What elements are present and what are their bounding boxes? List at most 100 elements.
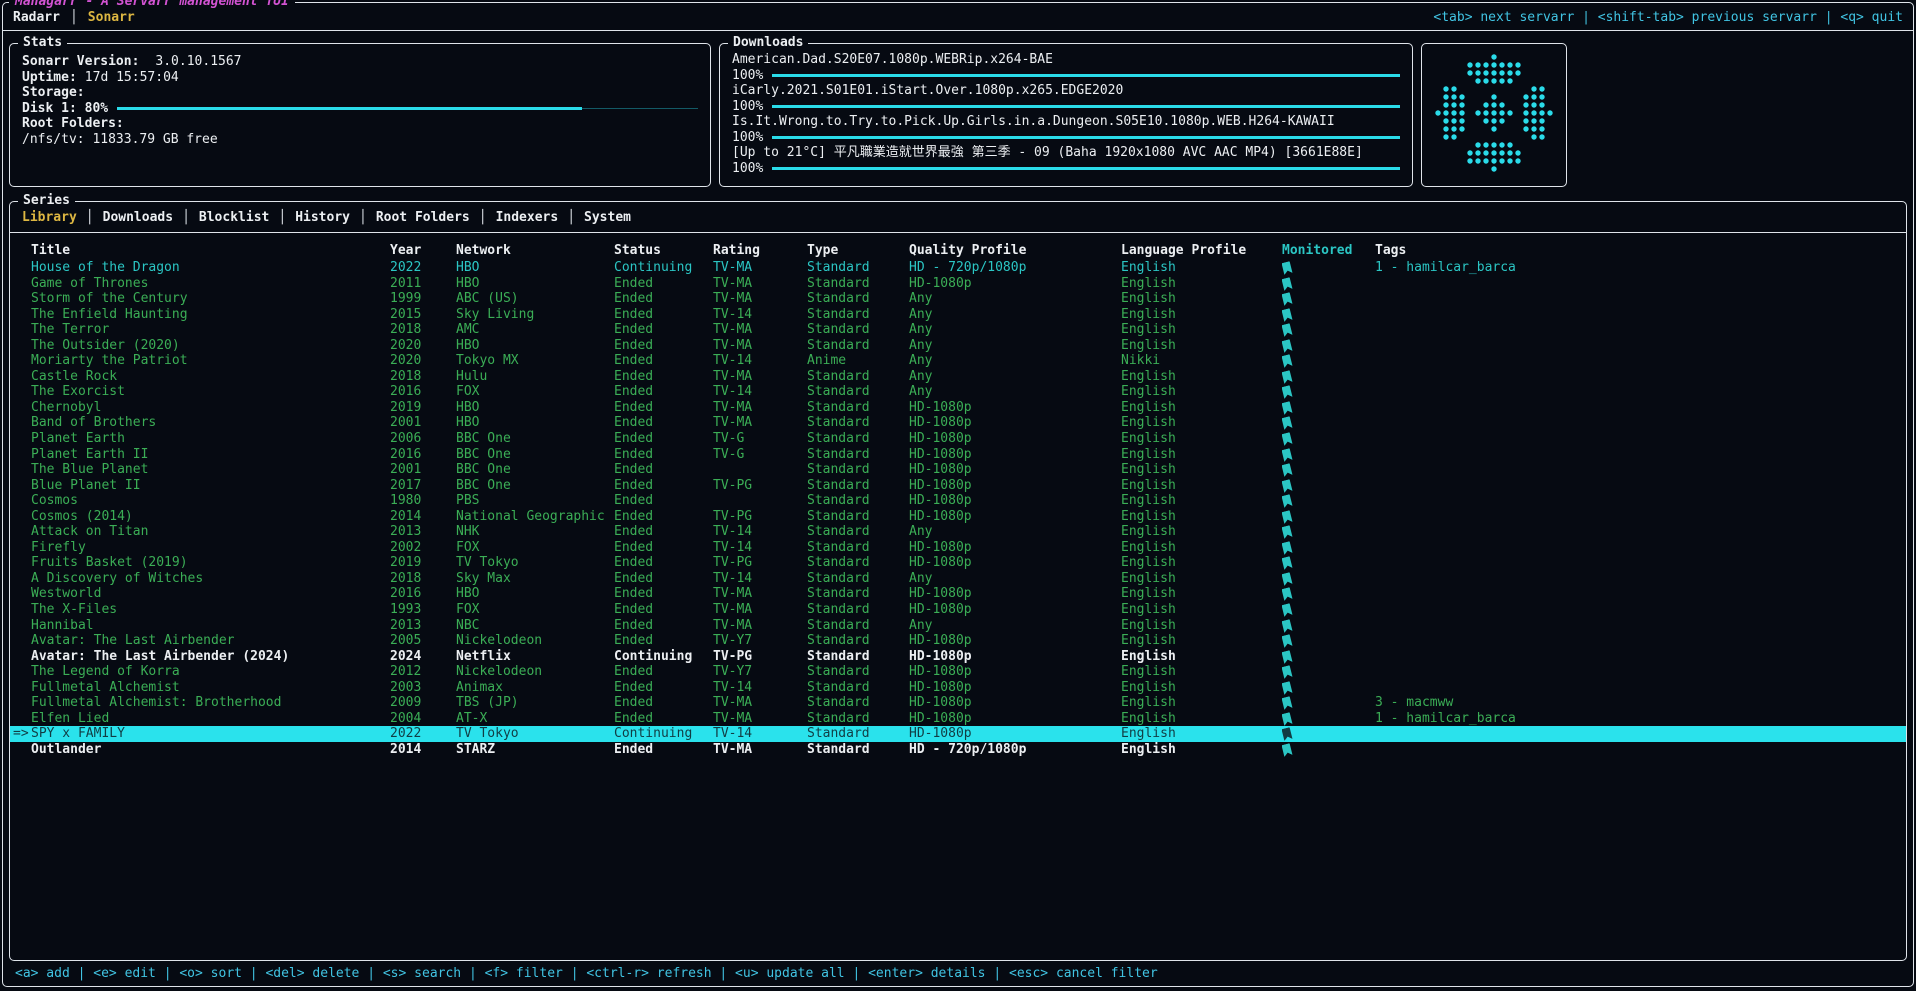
- table-row[interactable]: Blue Planet II2017BBC OneEndedTV-PGStand…: [10, 478, 1906, 494]
- cell-monitored: [1282, 291, 1375, 307]
- series-tab-history[interactable]: History: [295, 210, 350, 225]
- table-row[interactable]: Band of Brothers2001HBOEndedTV-MAStandar…: [10, 415, 1906, 431]
- cell-tags: [1375, 555, 1906, 571]
- cell-language-profile: English: [1121, 384, 1282, 400]
- cell-title: House of the Dragon: [31, 260, 390, 276]
- row-marker: [13, 695, 31, 711]
- cell-quality-profile: HD-1080p: [909, 633, 1121, 649]
- table-row[interactable]: Fullmetal Alchemist2003AnimaxEndedTV-14S…: [10, 680, 1906, 696]
- cell-status: Ended: [614, 695, 713, 711]
- cell-status: Ended: [614, 291, 713, 307]
- cell-rating: TV-14: [713, 540, 807, 556]
- row-marker: [13, 524, 31, 540]
- cell-monitored: [1282, 462, 1375, 478]
- cell-quality-profile: HD-1080p: [909, 586, 1121, 602]
- table-row[interactable]: House of the Dragon2022HBOContinuingTV-M…: [10, 260, 1906, 276]
- table-row[interactable]: Fullmetal Alchemist: Brotherhood2009TBS …: [10, 695, 1906, 711]
- cell-language-profile: English: [1121, 524, 1282, 540]
- cell-year: 2001: [390, 415, 456, 431]
- cell-rating: TV-14: [713, 384, 807, 400]
- cell-language-profile: English: [1121, 291, 1282, 307]
- table-row[interactable]: Chernobyl2019HBOEndedTV-MAStandardHD-108…: [10, 400, 1906, 416]
- cell-title: Castle Rock: [31, 369, 390, 385]
- table-row[interactable]: The Terror2018AMCEndedTV-MAStandardAnyEn…: [10, 322, 1906, 338]
- table-row[interactable]: Cosmos (2014)2014National GeographicEnde…: [10, 509, 1906, 525]
- table-row[interactable]: Avatar: The Last Airbender (2024)2024Net…: [10, 649, 1906, 665]
- uptime-label: Uptime:: [22, 70, 77, 86]
- series-tab-indexers[interactable]: Indexers: [496, 210, 559, 225]
- row-marker: [13, 322, 31, 338]
- cell-quality-profile: HD-1080p: [909, 431, 1121, 447]
- cell-status: Ended: [614, 540, 713, 556]
- cell-language-profile: English: [1121, 307, 1282, 323]
- table-row[interactable]: A Discovery of Witches2018Sky MaxEndedTV…: [10, 571, 1906, 587]
- row-marker: [13, 400, 31, 416]
- table-row[interactable]: Outlander2014STARZEndedTV-MAStandardHD -…: [10, 742, 1906, 758]
- cell-title: The Blue Planet: [31, 462, 390, 478]
- cell-year: 2011: [390, 276, 456, 292]
- table-row[interactable]: Hannibal2013NBCEndedTV-MAStandardAnyEngl…: [10, 618, 1906, 634]
- cell-language-profile: English: [1121, 726, 1282, 742]
- stats-panel: Stats Sonarr Version: 3.0.10.1567 Uptime…: [9, 43, 711, 187]
- table-row[interactable]: Avatar: The Last Airbender2005Nickelodeo…: [10, 633, 1906, 649]
- cell-language-profile: English: [1121, 276, 1282, 292]
- download-name: American.Dad.S20E07.1080p.WEBRip.x264-BA…: [732, 52, 1400, 68]
- table-row[interactable]: The Exorcist2016FOXEndedTV-14StandardAny…: [10, 384, 1906, 400]
- cell-tags: [1375, 478, 1906, 494]
- cell-title: Game of Thrones: [31, 276, 390, 292]
- row-marker: [13, 276, 31, 292]
- table-row[interactable]: Westworld2016HBOEndedTV-MAStandardHD-108…: [10, 586, 1906, 602]
- table-row[interactable]: The Blue Planet2001BBC OneEndedStandardH…: [10, 462, 1906, 478]
- servarr-tab-sonarr[interactable]: Sonarr: [88, 10, 135, 25]
- series-tab-downloads[interactable]: Downloads: [103, 210, 173, 225]
- cell-status: Ended: [614, 742, 713, 758]
- table-row[interactable]: Planet Earth II2016BBC OneEndedTV-GStand…: [10, 447, 1906, 463]
- table-row[interactable]: Fruits Basket (2019)2019TV TokyoEndedTV-…: [10, 555, 1906, 571]
- cell-network: HBO: [456, 400, 614, 416]
- table-row[interactable]: The X-Files1993FOXEndedTV-MAStandardHD-1…: [10, 602, 1906, 618]
- cell-network: HBO: [456, 276, 614, 292]
- table-row[interactable]: Moriarty the Patriot2020Tokyo MXEndedTV-…: [10, 353, 1906, 369]
- table-row[interactable]: The Enfield Haunting2015Sky LivingEndedT…: [10, 307, 1906, 323]
- table-row[interactable]: Storm of the Century1999ABC (US)EndedTV-…: [10, 291, 1906, 307]
- cell-network: FOX: [456, 602, 614, 618]
- cell-language-profile: English: [1121, 602, 1282, 618]
- table-row[interactable]: The Legend of Korra2012NickelodeonEndedT…: [10, 664, 1906, 680]
- bookmark-icon: [1282, 292, 1293, 306]
- table-row[interactable]: Attack on Titan2013NHKEndedTV-14Standard…: [10, 524, 1906, 540]
- cell-rating: TV-14: [713, 726, 807, 742]
- cell-title: The X-Files: [31, 602, 390, 618]
- cell-status: Ended: [614, 602, 713, 618]
- table-row[interactable]: Cosmos1980PBSEndedStandardHD-1080pEnglis…: [10, 493, 1906, 509]
- table-row[interactable]: Elfen Lied2004AT-XEndedTV-MAStandardHD-1…: [10, 711, 1906, 727]
- bookmark-icon: [1282, 339, 1293, 353]
- cell-monitored: [1282, 478, 1375, 494]
- cell-monitored: [1282, 540, 1375, 556]
- series-panel-title: Series: [18, 193, 75, 208]
- cell-title: Planet Earth II: [31, 447, 390, 463]
- cell-language-profile: English: [1121, 338, 1282, 354]
- cell-quality-profile: Any: [909, 338, 1121, 354]
- series-tab-root-folders[interactable]: Root Folders: [376, 210, 470, 225]
- download-progress-row: 100%: [732, 68, 1400, 84]
- table-row[interactable]: Game of Thrones2011HBOEndedTV-MAStandard…: [10, 276, 1906, 292]
- bookmark-icon: [1282, 432, 1293, 446]
- table-row[interactable]: =>SPY x FAMILY2022TV TokyoContinuingTV-1…: [10, 726, 1906, 742]
- series-tab-system[interactable]: System: [584, 210, 631, 225]
- table-row[interactable]: Planet Earth2006BBC OneEndedTV-GStandard…: [10, 431, 1906, 447]
- table-row[interactable]: The Outsider (2020)2020HBOEndedTV-MAStan…: [10, 338, 1906, 354]
- cell-network: BBC One: [456, 431, 614, 447]
- table-row[interactable]: Castle Rock2018HuluEndedTV-MAStandardAny…: [10, 369, 1906, 385]
- disk-usage-fill: [117, 107, 582, 110]
- servarr-tab-radarr[interactable]: Radarr: [13, 10, 60, 25]
- cell-rating: TV-MA: [713, 400, 807, 416]
- series-tab-library[interactable]: Library: [22, 210, 77, 225]
- cell-rating: TV-PG: [713, 555, 807, 571]
- cell-year: 2024: [390, 649, 456, 665]
- cell-year: 2022: [390, 260, 456, 276]
- series-tab-blocklist[interactable]: Blocklist: [199, 210, 269, 225]
- cell-rating: TV-14: [713, 571, 807, 587]
- cell-year: 2004: [390, 711, 456, 727]
- table-row[interactable]: Firefly2002FOXEndedTV-14StandardHD-1080p…: [10, 540, 1906, 556]
- cell-title: Blue Planet II: [31, 478, 390, 494]
